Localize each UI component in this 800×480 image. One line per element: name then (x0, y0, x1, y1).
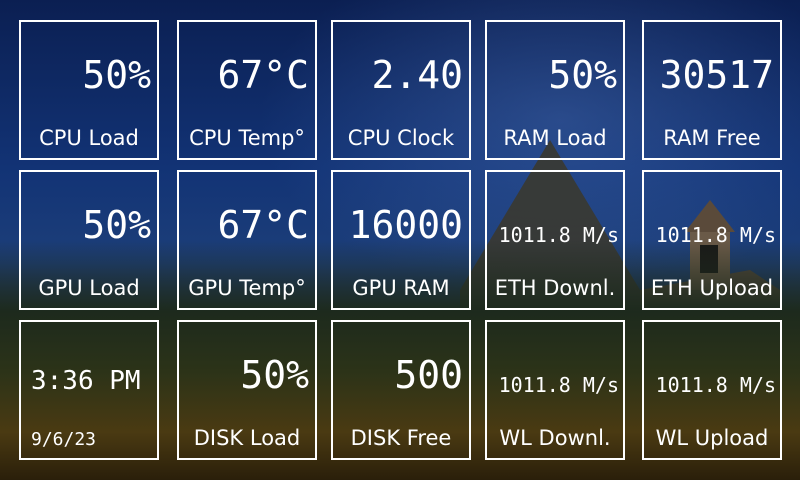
cpu-clock-value: 2.40 (371, 53, 463, 97)
ram-free-label: RAM Free (663, 126, 761, 150)
wl-upload-label: WL Upload (655, 426, 769, 450)
cpu-load-label: CPU Load (39, 126, 139, 150)
gpu-temp-label: GPU Temp° (188, 276, 306, 300)
ram-free-value: 30517 (659, 53, 774, 97)
eth-upload-tile[interactable]: 1011.8 M/s ETH Upload (642, 170, 782, 310)
gpu-load-tile[interactable]: 50% GPU Load (19, 170, 159, 310)
wl-upload-tile[interactable]: 1011.8 M/s WL Upload (642, 320, 782, 460)
eth-upload-label: ETH Upload (650, 276, 774, 300)
gpu-ram-tile[interactable]: 16000 GPU RAM (331, 170, 471, 310)
gpu-ram-value: 16000 (348, 203, 463, 247)
disk-load-tile[interactable]: 50% DISK Load (177, 320, 317, 460)
cpu-clock-label: CPU Clock (347, 126, 455, 150)
clock-date: 9/6/23 (31, 429, 97, 450)
gpu-temp-tile[interactable]: 67°C GPU Temp° (177, 170, 317, 310)
ram-free-tile[interactable]: 30517 RAM Free (642, 20, 782, 160)
gpu-temp-value: 67°C (217, 203, 309, 247)
disk-load-label: DISK Load (193, 426, 301, 450)
ram-load-value: 50% (548, 53, 617, 97)
cpu-load-value: 50% (82, 53, 151, 97)
eth-download-tile[interactable]: 1011.8 M/s ETH Downl. (485, 170, 625, 310)
wl-download-label: WL Downl. (499, 426, 611, 450)
disk-free-value: 500 (394, 353, 463, 397)
gpu-ram-label: GPU RAM (352, 276, 450, 300)
eth-upload-value: 1011.8 M/s (655, 223, 776, 247)
disk-free-label: DISK Free (350, 426, 452, 450)
cpu-temp-tile[interactable]: 67°C CPU Temp° (177, 20, 317, 160)
ram-load-tile[interactable]: 50% RAM Load (485, 20, 625, 160)
clock-tile[interactable]: 3:36 PM 9/6/23 (19, 320, 159, 460)
clock-time: 3:36 PM (31, 366, 141, 396)
disk-load-value: 50% (240, 353, 309, 397)
ram-load-label: RAM Load (503, 126, 607, 150)
gpu-load-label: GPU Load (38, 276, 140, 300)
cpu-temp-value: 67°C (217, 53, 309, 97)
cpu-clock-tile[interactable]: 2.40 CPU Clock (331, 20, 471, 160)
wl-upload-value: 1011.8 M/s (655, 373, 776, 397)
cpu-temp-label: CPU Temp° (189, 126, 305, 150)
cpu-load-tile[interactable]: 50% CPU Load (19, 20, 159, 160)
wl-download-value: 1011.8 M/s (498, 373, 619, 397)
gpu-load-value: 50% (82, 203, 151, 247)
eth-download-value: 1011.8 M/s (498, 223, 619, 247)
eth-download-label: ETH Downl. (494, 276, 616, 300)
disk-free-tile[interactable]: 500 DISK Free (331, 320, 471, 460)
wl-download-tile[interactable]: 1011.8 M/s WL Downl. (485, 320, 625, 460)
